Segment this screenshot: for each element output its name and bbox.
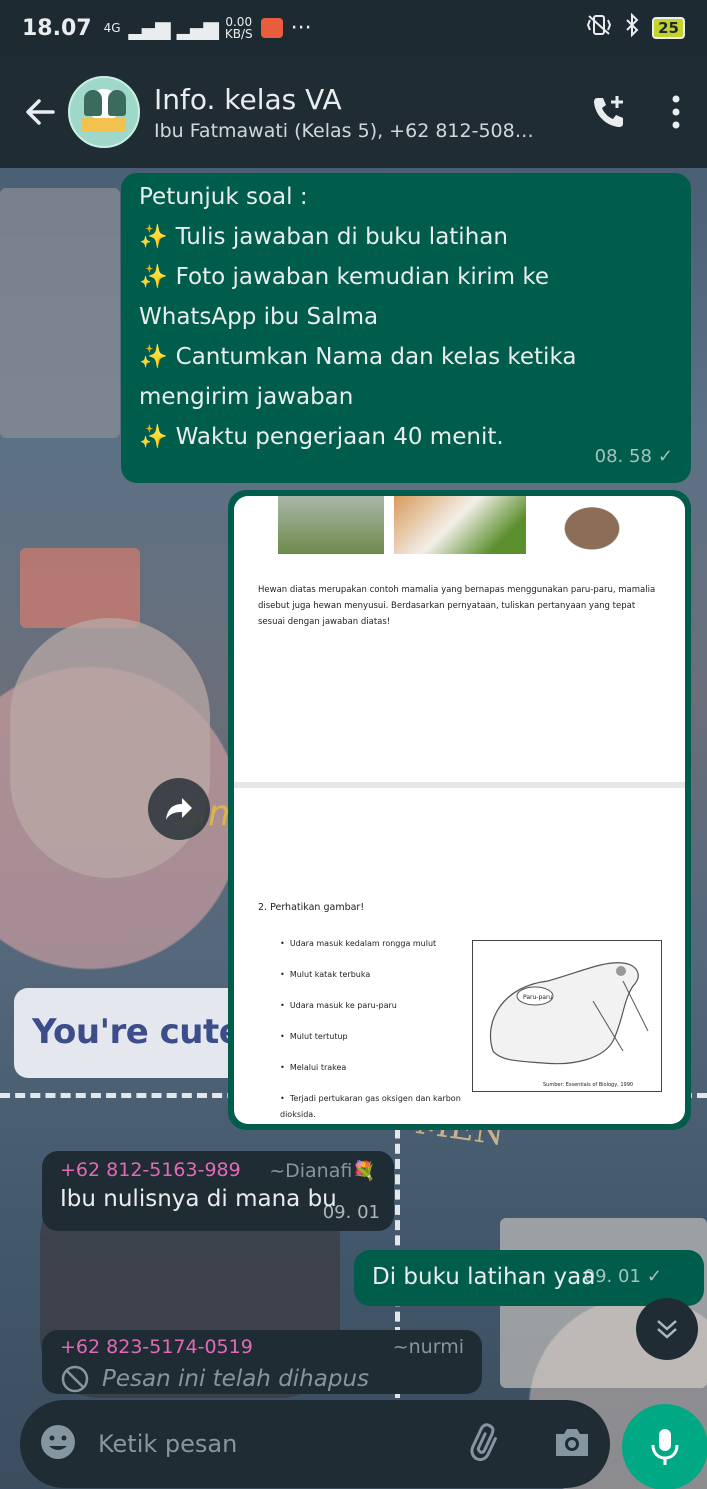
forward-icon [166, 798, 192, 820]
photo-cat [394, 496, 526, 554]
bluetooth-icon [624, 12, 640, 43]
status-time: 18.07 [22, 15, 92, 41]
message-input-bar [20, 1400, 610, 1488]
instruction-item: ✨ Foto jawaban kemudian kirim ke WhatsApp… [139, 264, 550, 330]
sender-name: ~nurmi [392, 1336, 464, 1358]
bullet-item: • Melalui trakea [280, 1063, 347, 1072]
svg-text:Sumber: Essentials of Biology,: Sumber: Essentials of Biology, 1990 [543, 1082, 633, 1088]
message-meta: 09. 01 [323, 1202, 380, 1223]
bullet-item: • Udara masuk kedalam rongga mulut [280, 939, 437, 948]
doc-paragraph: Hewan diatas merupakan contoh mamalia ya… [258, 585, 656, 627]
page-break [234, 782, 685, 788]
sent-check-icon: ✓ [657, 1095, 673, 1116]
message-outgoing-reply[interactable]: Di buku latihan yaa 09. 01 ✓ [354, 1250, 704, 1306]
emoji-icon[interactable] [38, 1422, 78, 1466]
bullet-item: • Udara masuk ke paru-paru [280, 1001, 397, 1010]
sparkles-icon: ✨ [139, 424, 168, 450]
wallpaper-art-top-left [0, 188, 120, 438]
message-meta: 09. 01 ✓ [584, 1258, 662, 1296]
more-options-icon[interactable] [661, 84, 691, 140]
avatar-sign [82, 118, 126, 132]
message-incoming-dianafi[interactable]: +62 812-5163-989 ~Dianafi💐 Ibu nulisnya … [42, 1151, 394, 1231]
message-input[interactable] [98, 1430, 466, 1458]
bullet-item: • Terjadi pertukaran gas oksigen dan kar… [280, 1094, 461, 1119]
microphone-icon [651, 1429, 679, 1465]
back-arrow-icon[interactable] [14, 86, 66, 138]
message-time: 08. 58 [594, 446, 652, 467]
sent-check-icon: ✓ [646, 1266, 662, 1287]
svg-text:Paru-paru: Paru-paru [523, 994, 552, 1001]
message-time: 08. 58 [594, 1095, 652, 1116]
add-call-icon[interactable] [581, 84, 637, 140]
message-time: 09. 01 [583, 1266, 641, 1287]
instructions-title: Petunjuk soal : [139, 184, 308, 210]
group-name: Info. kelas VA [154, 82, 342, 116]
instruction-item: ✨ Cantumkan Nama dan kelas ketika mengiri… [139, 344, 577, 410]
blocked-icon [61, 1365, 89, 1393]
image-meta: 08. 58 ✓ [595, 1095, 673, 1116]
image-attachment[interactable]: Hewan diatas merupakan contoh mamalia ya… [234, 496, 685, 1124]
scroll-to-bottom-button[interactable] [636, 1298, 698, 1360]
message-instructions[interactable]: Petunjuk soal : ✨ Tulis jawaban di buku l… [121, 173, 691, 483]
wallpaper-art-left-red [20, 548, 140, 628]
photo-rabbit [550, 496, 634, 550]
notification-app-icon [260, 18, 283, 38]
message-incoming-deleted[interactable]: +62 823-5174-0519 ~nurmi Pesan ini telah… [42, 1330, 482, 1394]
network-type: 4G [103, 21, 121, 35]
double-chevron-down-icon [657, 1320, 677, 1339]
message-text: Di buku latihan yaa [372, 1264, 596, 1290]
instruction-item: ✨ Tulis jawaban di buku latihan [139, 224, 508, 250]
camera-icon[interactable] [552, 1424, 592, 1464]
message-image[interactable]: Hewan diatas merupakan contoh mamalia ya… [228, 490, 691, 1130]
battery-indicator: 25 [652, 17, 685, 39]
signal-icon: ▂▄▆ [128, 16, 171, 40]
group-members: Ibu Fatmawati (Kelas 5), +62 812-5081-..… [154, 119, 544, 142]
deleted-row: Pesan ini telah dihapus [60, 1364, 464, 1394]
status-bar: 18.07 4G ▂▄▆ ▂▄▆ 0.00 KB/S ··· 25 [0, 0, 707, 56]
frog-diagram: Paru-paru Sumber: Essentials of Biology,… [472, 940, 662, 1092]
avatar-figure-right [108, 90, 126, 116]
question-title: 2. Perhatikan gambar! [258, 902, 365, 913]
attach-icon[interactable] [466, 1422, 506, 1466]
data-speed: 0.00 KB/S [224, 15, 253, 41]
message-time: 09. 01 [322, 1202, 380, 1223]
sender-phone: +62 823-5174-0519 [60, 1336, 253, 1358]
mic-button[interactable] [622, 1404, 707, 1489]
message-meta: 08. 58 ✓ [595, 437, 673, 477]
vibrate-icon [586, 14, 612, 42]
bullet-item: • Mulut tertutup [280, 1032, 348, 1041]
sparkles-icon: ✨ [139, 344, 168, 370]
sender-row: +62 812-5163-989 ~Dianafi💐 [60, 1159, 376, 1182]
signal-icon-2: ▂▄▆ [176, 16, 219, 40]
chat-header: Info. kelas VA Ibu Fatmawati (Kelas 5), … [0, 56, 707, 168]
group-avatar[interactable] [68, 76, 140, 148]
sent-check-icon: ✓ [657, 446, 673, 467]
sender-row: +62 823-5174-0519 ~nurmi [60, 1336, 464, 1358]
photo-goat [278, 496, 384, 554]
sender-name: ~Dianafi💐 [269, 1160, 376, 1182]
forward-button[interactable] [148, 778, 210, 840]
sparkles-icon: ✨ [139, 264, 168, 290]
deleted-message-text: Pesan ini telah dihapus [102, 1366, 370, 1392]
bullet-list: • Udara masuk kedalam rongga mulut • Mul… [280, 928, 470, 1123]
frog-illustration: Paru-paru Sumber: Essentials of Biology,… [489, 962, 649, 1088]
avatar-figure-left [84, 90, 102, 116]
sender-phone: +62 812-5163-989 [60, 1159, 241, 1181]
header-info[interactable]: Info. kelas VA Ibu Fatmawati (Kelas 5), … [154, 83, 581, 142]
bullet-item: • Mulut katak terbuka [280, 970, 371, 979]
instruction-item: ✨ Waktu pengerjaan 40 menit. [139, 424, 504, 450]
more-notifications-icon: ··· [290, 15, 312, 41]
sparkles-icon: ✨ [139, 224, 168, 250]
